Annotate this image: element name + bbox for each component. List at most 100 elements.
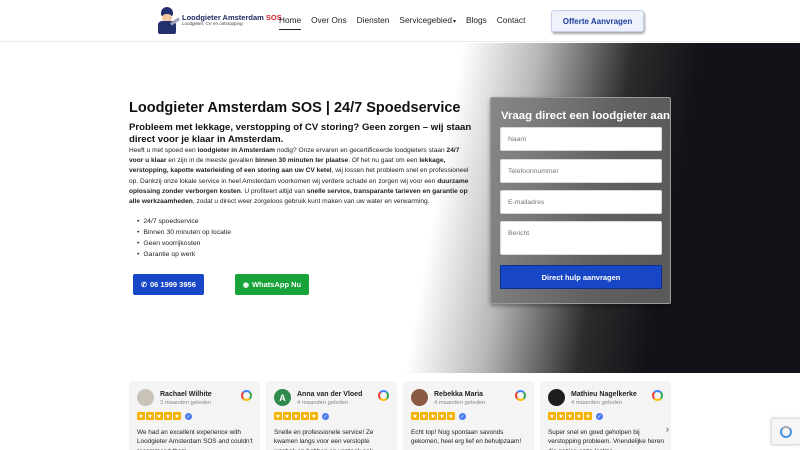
review-text: Snelle en professionele service! Ze kwam… <box>274 429 374 450</box>
feature-list: 24/7 spoedservice Binnen 30 minuten op l… <box>137 217 231 261</box>
star-icon: ★ <box>411 412 419 420</box>
star-icon: ★ <box>584 412 592 420</box>
avatar <box>548 389 565 406</box>
review-date: 3 maanden geleden <box>160 400 212 406</box>
google-icon <box>241 390 252 401</box>
email-field[interactable] <box>500 190 662 214</box>
star-icon: ★ <box>301 412 309 420</box>
star-rating: ★ ★ ★ ★ ★ ✓ <box>137 412 192 420</box>
paragraph-segment: . U profiteert altijd van <box>240 187 307 195</box>
form-title: Vraag direct een loodgieter aan <box>501 110 671 122</box>
site-header: Loodgieter Amsterdam SOS Loodgieter, CV … <box>0 0 800 42</box>
whatsapp-icon: ◉ <box>242 281 249 289</box>
review-text: We had an excellent experience with Lood… <box>137 429 253 450</box>
verified-icon: ✓ <box>459 413 466 420</box>
phone-field[interactable] <box>500 159 662 183</box>
paragraph-segment: en zijn in de meeste gevallen <box>166 157 256 165</box>
star-icon: ★ <box>557 412 565 420</box>
star-icon: ★ <box>575 412 583 420</box>
review-card: Mathieu Nagelkerke 4 maanden geleden ★ ★ ★… <box>540 381 671 450</box>
avatar <box>411 389 428 406</box>
submit-button[interactable]: Direct hulp aanvragen <box>500 265 662 289</box>
star-icon: ★ <box>173 412 181 420</box>
paragraph-segment: Heeft u met spoed een <box>129 147 198 154</box>
quote-request-button[interactable]: Offerte Aanvragen <box>551 10 644 32</box>
star-icon: ★ <box>292 412 300 420</box>
list-item: Garantie op werk <box>137 250 231 261</box>
star-icon: ★ <box>137 412 145 420</box>
star-rating: ★ ★ ★ ★ ★ ✓ <box>548 412 603 420</box>
verified-icon: ✓ <box>322 413 329 420</box>
main-nav: Home Over Ons Diensten Servicegebied▾ Bl… <box>279 15 535 30</box>
avatar: A <box>274 389 291 406</box>
contact-form: Vraag direct een loodgieter aan Direct h… <box>490 97 671 304</box>
name-field[interactable] <box>500 127 662 151</box>
star-icon: ★ <box>420 412 428 420</box>
list-item: 24/7 spoedservice <box>137 217 231 228</box>
verified-icon: ✓ <box>185 413 192 420</box>
reviewer-name: Mathieu Nagelkerke <box>571 391 637 398</box>
nav-over-ons[interactable]: Over Ons <box>311 15 347 25</box>
star-icon: ★ <box>274 412 282 420</box>
star-rating: ★ ★ ★ ★ ★ ✓ <box>411 412 466 420</box>
nav-servicegebied-label: Servicegebied <box>399 15 452 25</box>
star-icon: ★ <box>283 412 291 420</box>
star-icon: ★ <box>438 412 446 420</box>
paragraph-bold-segment: binnen 30 minuten ter plaatse <box>255 157 349 165</box>
review-date: 4 maanden geleden <box>571 400 623 406</box>
avatar <box>137 389 154 406</box>
phone-icon: ✆ <box>141 281 147 289</box>
review-card: Rachael Wilhite 3 maanden geleden ★ ★ ★ ★ ★ ✓… <box>129 381 260 450</box>
star-icon: ★ <box>447 412 455 420</box>
chevron-right-icon[interactable]: › <box>666 424 669 434</box>
message-field[interactable] <box>500 221 662 255</box>
star-icon: ★ <box>310 412 318 420</box>
reviewer-name: Rachael Wilhite <box>160 391 212 398</box>
paragraph-segment: , zodat u direct weer zorgeloos gebruik … <box>192 198 430 206</box>
paragraph-segment: nodig? Onze ervaren en gecertificeerde l… <box>274 147 447 154</box>
google-icon <box>515 390 526 401</box>
review-text: Super snel en goed geholpen bij verstopp… <box>548 429 664 450</box>
nav-servicegebied[interactable]: Servicegebied▾ <box>399 15 456 25</box>
star-icon: ★ <box>146 412 154 420</box>
list-item: Binnen 30 minuten op locatie <box>137 228 231 239</box>
google-icon <box>652 390 663 401</box>
reviewer-name: Rebekka Maria <box>434 391 484 398</box>
plumber-logo-icon <box>156 6 180 34</box>
hero-paragraph: Heeft u met spoed een loodgieter in Amst… <box>129 146 469 207</box>
star-icon: ★ <box>155 412 163 420</box>
star-icon: ★ <box>566 412 574 420</box>
nav-blogs[interactable]: Blogs <box>466 15 487 25</box>
hero-section <box>0 43 800 373</box>
star-icon: ★ <box>164 412 172 420</box>
nav-diensten[interactable]: Diensten <box>357 15 390 25</box>
paragraph-bold-segment: loodgieter in Amsterdam <box>197 147 275 154</box>
star-icon: ★ <box>429 412 437 420</box>
review-card: A Anna van der Vloed 4 maanden geleden ★… <box>266 381 397 450</box>
google-icon <box>378 390 389 401</box>
hero-subtitle: Probleem met lekkage, verstopping of CV … <box>129 122 472 145</box>
page-title: Loodgieter Amsterdam SOS | 24/7 Spoedser… <box>129 100 461 116</box>
review-date: 4 maanden geleden <box>434 400 486 406</box>
call-button-label: 06 1999 3956 <box>149 280 196 289</box>
call-button[interactable]: ✆ 06 1999 3956 <box>133 274 204 295</box>
star-icon: ★ <box>548 412 556 420</box>
paragraph-segment: . Of het nu gaat om een <box>348 157 420 165</box>
whatsapp-button[interactable]: ◉ WhatsApp Nu <box>235 274 309 295</box>
list-item: Geen voorrijkosten <box>137 239 231 250</box>
nav-home[interactable]: Home <box>279 15 302 30</box>
review-text: Echt top! Nog spontaan savonds gekomen, … <box>411 429 522 446</box>
whatsapp-button-label: WhatsApp Nu <box>251 280 302 289</box>
review-card: Rebekka Maria 4 maanden geleden ★ ★ ★ ★ ★ ✓ E… <box>403 381 534 450</box>
review-date: 4 maanden geleden <box>297 400 349 406</box>
nav-contact[interactable]: Contact <box>497 15 526 25</box>
site-logo[interactable]: Loodgieter Amsterdam SOS Loodgieter, CV … <box>156 6 282 34</box>
recaptcha-icon <box>780 425 792 438</box>
star-rating: ★ ★ ★ ★ ★ ✓ <box>274 412 329 420</box>
reviews-section: Rachael Wilhite 3 maanden geleden ★ ★ ★ ★ ★ ✓… <box>0 373 800 450</box>
chevron-down-icon: ▾ <box>453 19 457 25</box>
reviewer-name: Anna van der Vloed <box>297 391 363 398</box>
verified-icon: ✓ <box>596 413 603 420</box>
logo-subtitle: Loodgieter, CV en ontstopping <box>182 20 243 26</box>
recaptcha-badge[interactable] <box>771 418 800 445</box>
